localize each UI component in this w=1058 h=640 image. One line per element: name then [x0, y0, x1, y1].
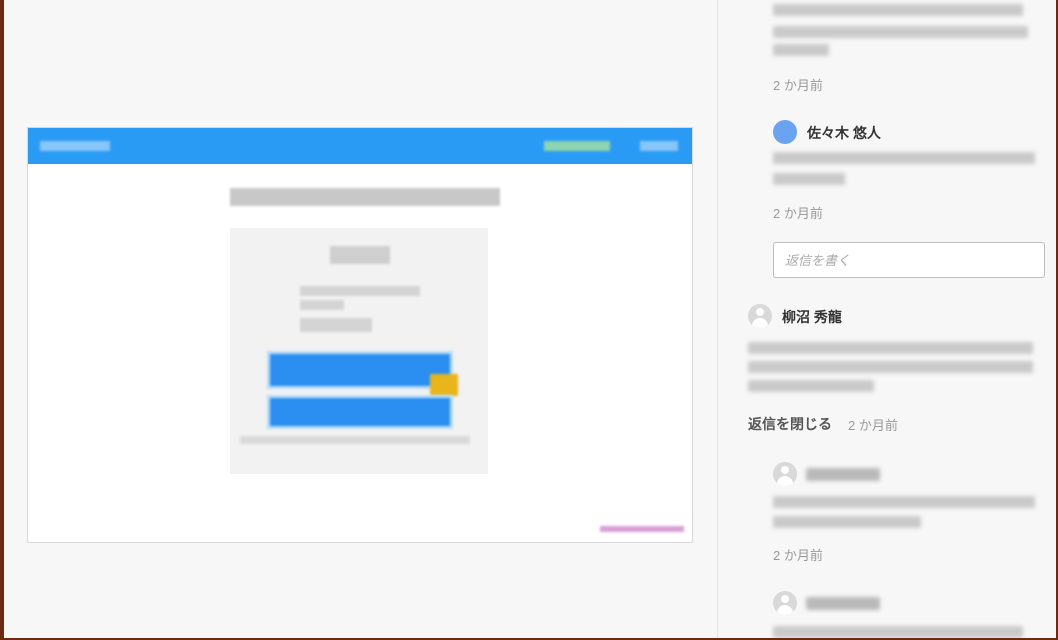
reply-author-redacted	[806, 597, 880, 610]
avatar[interactable]	[773, 462, 797, 486]
preview-form-box	[230, 228, 488, 474]
comment-time: 2 か月前	[773, 78, 823, 93]
comment-text-redacted	[773, 173, 845, 185]
avatar[interactable]	[773, 591, 797, 615]
user-silhouette-icon	[756, 308, 764, 316]
preview-nav-item	[640, 141, 678, 151]
preview-text-line	[300, 300, 344, 310]
comment-time: 2 か月前	[848, 418, 898, 433]
user-silhouette-icon	[781, 595, 789, 603]
comment-time: 2 か月前	[773, 548, 823, 563]
user-silhouette-icon	[781, 466, 789, 474]
reply-input[interactable]	[773, 242, 1045, 278]
comments-sidebar: 2 か月前 佐々木 悠人 2 か月前 柳沼 秀龍 返信を閉じる 2 か月前	[717, 0, 1056, 638]
reply-text-redacted	[773, 496, 1035, 508]
comment-author[interactable]: 佐々木 悠人	[807, 123, 881, 143]
comment-text-redacted	[773, 152, 1035, 164]
preview-cursor-highlight	[430, 374, 458, 396]
preview-primary-button	[270, 354, 450, 386]
preview-text-line	[300, 318, 372, 332]
preview-secondary-button	[270, 398, 450, 426]
preview-footer-text	[240, 436, 470, 444]
preview-nav-item	[544, 141, 610, 151]
comment-text-redacted	[748, 342, 1033, 354]
preview-header-bar	[28, 128, 692, 164]
avatar[interactable]	[748, 304, 772, 328]
close-replies-link[interactable]: 返信を閉じる	[748, 414, 832, 434]
comment-text-redacted	[748, 380, 874, 392]
preview-form-title	[330, 246, 390, 264]
avatar[interactable]	[773, 120, 797, 144]
comment-time: 2 か月前	[773, 206, 823, 221]
preview-heading	[230, 188, 500, 206]
comment-text-redacted	[748, 361, 1033, 373]
comment-author[interactable]: 柳沼 秀龍	[782, 307, 842, 327]
comment-text-redacted	[773, 4, 1023, 16]
reply-text-redacted	[773, 516, 921, 528]
reply-author-redacted	[806, 468, 880, 481]
page-preview-image[interactable]	[27, 127, 693, 543]
comment-text-redacted	[773, 26, 1028, 38]
preview-corner-link	[600, 526, 684, 532]
preview-text-line	[300, 286, 420, 296]
reply-text-redacted	[773, 626, 1023, 638]
comment-text-redacted	[773, 44, 829, 56]
app-window: 2 か月前 佐々木 悠人 2 か月前 柳沼 秀龍 返信を閉じる 2 か月前	[4, 0, 1056, 638]
main-pane	[4, 0, 716, 638]
preview-logo	[40, 141, 110, 151]
